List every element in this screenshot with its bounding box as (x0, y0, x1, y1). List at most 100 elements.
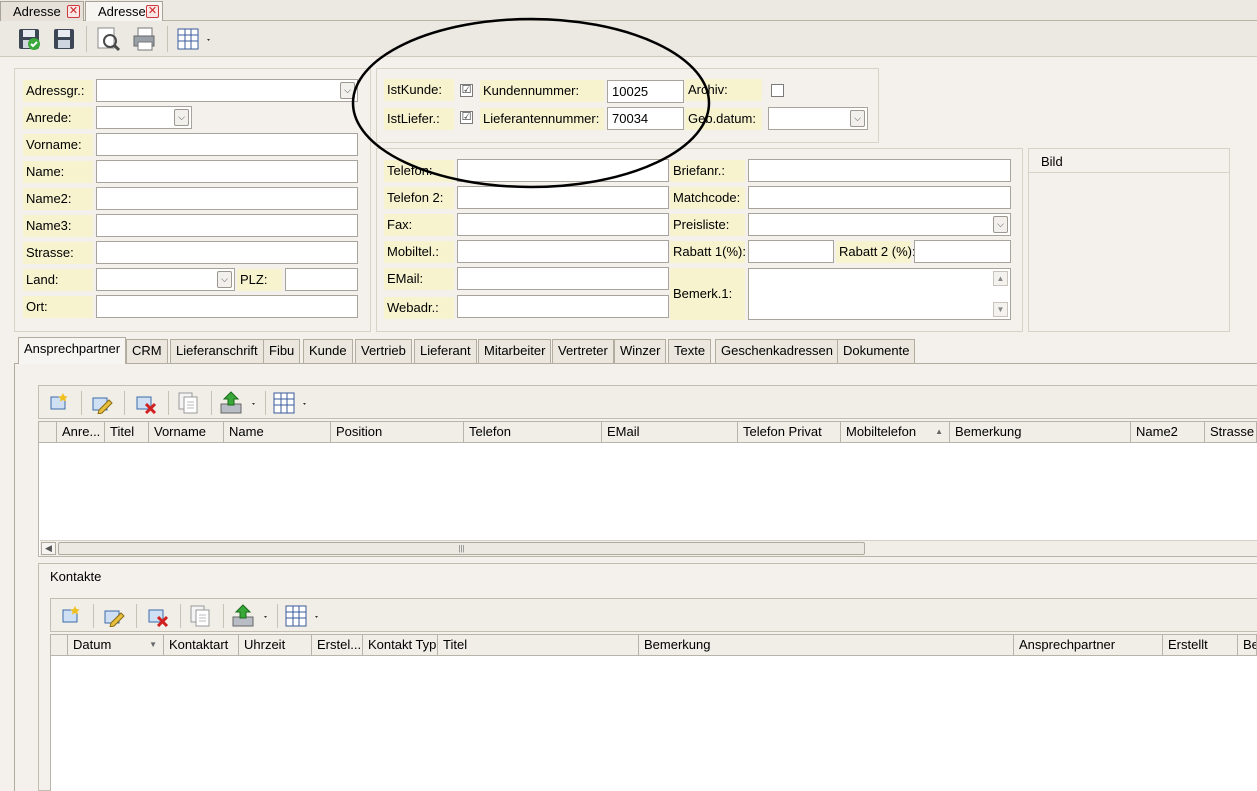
tab-vertreter[interactable]: Vertreter (552, 339, 614, 363)
anrede-combo[interactable]: ⌵ (96, 106, 192, 129)
preview-button[interactable] (94, 25, 122, 53)
edit-icon[interactable] (103, 605, 125, 627)
column-header[interactable]: Telefon Privat (738, 421, 841, 443)
webadr-field[interactable] (457, 295, 669, 318)
tab-ansprechpartner[interactable]: Ansprechpartner (18, 337, 127, 364)
tab-geschenkadressen[interactable]: Geschenkadressen (715, 339, 840, 363)
column-header[interactable]: Be (1238, 634, 1257, 656)
name-field[interactable] (96, 160, 358, 183)
tab-fibu[interactable]: Fibu (263, 339, 301, 363)
archiv-checkbox[interactable] (771, 84, 784, 97)
grid-layout-icon[interactable] (272, 391, 312, 415)
column-header[interactable]: Erstellt (1163, 634, 1238, 656)
delete-icon[interactable] (135, 392, 157, 414)
tab-lieferant[interactable]: Lieferant (414, 339, 477, 363)
export-icon[interactable] (231, 603, 273, 629)
tab-kunde[interactable]: Kunde (303, 339, 353, 363)
scroll-down-icon[interactable]: ▼ (993, 302, 1008, 317)
land-combo[interactable]: ⌵ (96, 268, 235, 291)
mobiltel-label: Mobiltel.: (384, 241, 454, 263)
chevron-down-icon[interactable]: ⌵ (174, 109, 189, 126)
column-header[interactable]: Uhrzeit (239, 634, 312, 656)
close-icon[interactable]: ✕ (146, 5, 159, 18)
new-record-icon[interactable] (60, 604, 82, 626)
adressgr-label: Adressgr.: (23, 80, 93, 102)
column-header[interactable]: Titel (438, 634, 639, 656)
column-header[interactable]: Bemerkung (639, 634, 1014, 656)
tab-winzer[interactable]: Winzer (614, 339, 667, 363)
tab-crm[interactable]: CRM (126, 339, 168, 363)
toolbar-separator (81, 391, 82, 415)
tab-mitarbeiter[interactable]: Mitarbeiter (478, 339, 552, 363)
save-button[interactable] (50, 25, 78, 53)
scrollbar-thumb[interactable]: ||| (58, 542, 865, 555)
column-header[interactable]: Bemerkung (950, 421, 1131, 443)
save-close-button[interactable] (15, 25, 43, 53)
toolbar-separator (167, 26, 168, 52)
column-header[interactable]: Position (331, 421, 464, 443)
preisliste-label: Preisliste: (670, 214, 745, 236)
column-header-sorted[interactable]: Mobiltelefon ▲ (841, 421, 950, 443)
mobiltel-field[interactable] (457, 240, 669, 263)
scroll-up-icon[interactable]: ▲ (993, 271, 1008, 286)
column-header[interactable]: Titel (105, 421, 149, 443)
column-header[interactable]: Ansprechpartner (1014, 634, 1163, 656)
print-icon (133, 27, 155, 51)
tab-texte[interactable]: Texte (668, 339, 712, 363)
briefanr-field[interactable] (748, 159, 1011, 182)
chevron-down-icon[interactable]: ⌵ (993, 216, 1008, 233)
name-label: Name: (23, 161, 93, 183)
column-header[interactable]: Kontakt Typ (363, 634, 438, 656)
fax-label: Fax: (384, 214, 454, 236)
horizontal-scrollbar[interactable]: ◀ ||| (40, 540, 1257, 556)
column-header[interactable]: Name (224, 421, 331, 443)
rabatt1-field[interactable] (748, 240, 834, 263)
doc-tab-adresse-2[interactable]: Adresse ✕ (85, 1, 163, 22)
bemerk1-textarea[interactable]: ▲ ▼ (748, 268, 1011, 320)
grid-layout-button[interactable] (174, 25, 214, 53)
doc-tab-adresse-1[interactable]: Adresse ✕ (0, 1, 84, 21)
tab-lieferanschrift[interactable]: Lieferanschrift (170, 339, 264, 363)
copy-icon[interactable] (176, 391, 200, 415)
ort-field[interactable] (96, 295, 358, 318)
chevron-down-icon[interactable]: ⌵ (850, 110, 865, 127)
highlight-ellipse (351, 17, 711, 189)
fax-field[interactable] (457, 213, 669, 236)
edit-icon[interactable] (91, 392, 113, 414)
column-header-sorted[interactable]: Datum ▼ (68, 634, 164, 656)
tab-dokumente[interactable]: Dokumente (837, 339, 916, 363)
copy-icon[interactable] (188, 604, 212, 628)
column-header[interactable]: EMail (602, 421, 738, 443)
matchcode-field[interactable] (748, 186, 1011, 209)
ansprechpartner-toolbar (38, 385, 1257, 419)
print-button[interactable] (130, 25, 158, 53)
plz-field[interactable] (285, 268, 358, 291)
toolbar-separator (124, 391, 125, 415)
column-header[interactable]: Anre... (57, 421, 105, 443)
rabatt2-field[interactable] (914, 240, 1011, 263)
vorname-field[interactable] (96, 133, 358, 156)
column-header[interactable]: Kontaktart (164, 634, 239, 656)
new-record-icon[interactable] (48, 391, 70, 413)
column-header[interactable]: Erstel... (312, 634, 363, 656)
close-icon[interactable]: ✕ (67, 5, 80, 18)
tab-vertrieb[interactable]: Vertrieb (355, 339, 412, 363)
grid-layout-icon[interactable] (284, 604, 324, 628)
adressgr-combo[interactable]: ⌵ (96, 79, 358, 102)
scroll-left-icon[interactable]: ◀ (41, 542, 56, 555)
preisliste-combo[interactable]: ⌵ (748, 213, 1011, 236)
column-header[interactable]: Name2 (1131, 421, 1205, 443)
name3-field[interactable] (96, 214, 358, 237)
chevron-down-icon[interactable]: ⌵ (217, 271, 232, 288)
gebdatum-combo[interactable]: ⌵ (768, 107, 868, 130)
kontakte-grid[interactable] (50, 634, 1257, 791)
email-field[interactable] (457, 267, 669, 290)
export-icon[interactable] (219, 390, 261, 416)
name2-field[interactable] (96, 187, 358, 210)
strasse-field[interactable] (96, 241, 358, 264)
delete-icon[interactable] (147, 605, 169, 627)
column-header[interactable]: Strasse (1205, 421, 1257, 443)
column-header[interactable]: Vorname (149, 421, 224, 443)
grid-row-selector-header (51, 634, 68, 656)
column-header[interactable]: Telefon (464, 421, 602, 443)
